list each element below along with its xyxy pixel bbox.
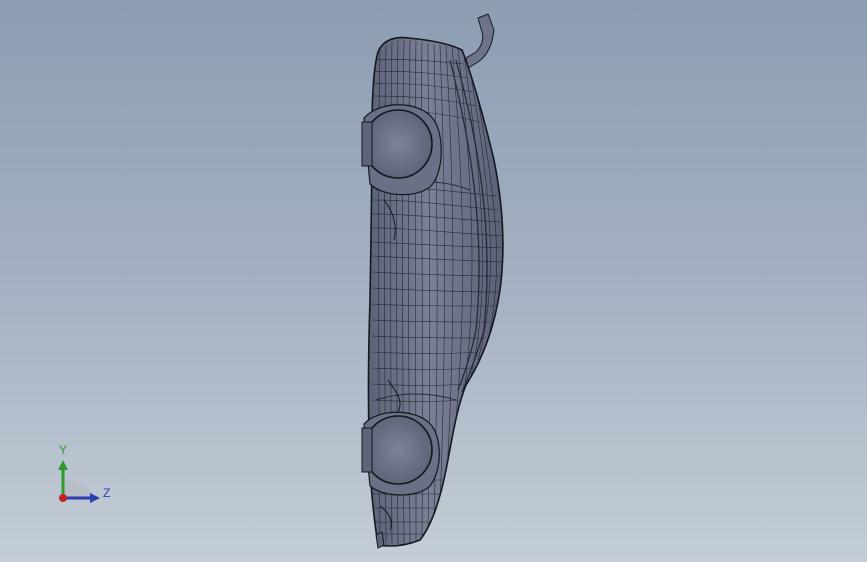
mirror-bracket [465,13,495,69]
axis-triad: Y Z [48,440,128,510]
wheel-rear [363,415,433,485]
axis-z-label: Z [103,486,111,500]
graphics-viewport[interactable]: Y Z [0,0,867,562]
wheel-front [363,109,433,179]
car-body-model[interactable] [0,0,867,562]
axis-y-label: Y [59,443,68,457]
